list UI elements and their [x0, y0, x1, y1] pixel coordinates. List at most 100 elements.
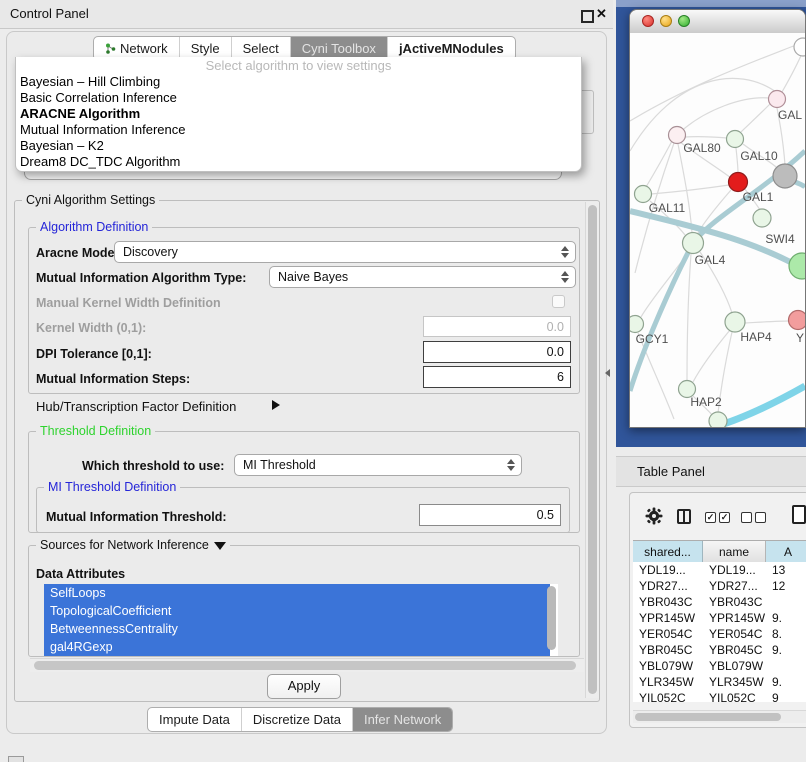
- node-swi4[interactable]: [789, 253, 805, 279]
- node-gray[interactable]: [773, 164, 797, 188]
- table-row[interactable]: YLR345W YLR345W 9.: [633, 674, 806, 690]
- settings-hscrollbar[interactable]: [30, 658, 584, 672]
- dropdown-item-selected[interactable]: ARACNE Algorithm: [16, 106, 581, 122]
- tab-infer-network[interactable]: Infer Network: [352, 708, 452, 731]
- tab-impute-data[interactable]: Impute Data: [148, 708, 241, 731]
- cell: YDL19...: [633, 562, 703, 578]
- node-gal1[interactable]: [729, 173, 748, 192]
- node-gcy1[interactable]: [630, 316, 644, 333]
- table-row[interactable]: YPR145W YPR145W 9.: [633, 610, 806, 626]
- splitter-handle[interactable]: [605, 369, 610, 377]
- dropdown-item[interactable]: Dream8 DC_TDC Algorithm: [16, 154, 581, 170]
- node-gal4[interactable]: [683, 233, 704, 254]
- manual-kernel-checkbox[interactable]: [552, 295, 565, 308]
- dropdown-placeholder: Select algorithm to view settings: [16, 58, 581, 74]
- network-graph: GAL GAL80 GAL10 GAL1 GAL11 SWI4 GAL4 GCY…: [630, 33, 805, 427]
- mi-threshold-field[interactable]: 0.5: [419, 504, 561, 526]
- cell: YBL079W: [703, 658, 766, 674]
- table-row[interactable]: YBR043C YBR043C: [633, 594, 806, 610]
- table-settings-gear-icon[interactable]: [645, 507, 663, 530]
- cell: YLR345W: [703, 674, 766, 690]
- node-gal11[interactable]: [635, 186, 652, 203]
- float-window-icon[interactable]: [581, 10, 594, 23]
- sources-title-text: Sources for Network Inference: [40, 538, 209, 552]
- collapsed-panel-button[interactable]: [8, 756, 24, 762]
- table-header: shared... name A: [633, 540, 806, 563]
- column-header-name[interactable]: name: [703, 541, 766, 563]
- node-gal10[interactable]: [727, 131, 744, 148]
- algorithm-definition-title: Algorithm Definition: [36, 220, 152, 234]
- minimize-traffic-light[interactable]: [660, 15, 672, 27]
- dropdown-item[interactable]: Bayesian – Hill Climbing: [16, 74, 581, 90]
- cell: 9.: [766, 610, 806, 626]
- table-row[interactable]: YBR045C YBR045C 9.: [633, 642, 806, 658]
- apply-button[interactable]: Apply: [267, 674, 341, 699]
- list-item[interactable]: SelfLoops: [44, 584, 550, 602]
- node-bottom[interactable]: [709, 412, 727, 427]
- which-threshold-select[interactable]: MI Threshold: [234, 454, 522, 476]
- cell: YBR045C: [633, 642, 703, 658]
- tab-discretize-data[interactable]: Discretize Data: [241, 708, 352, 731]
- dpi-tolerance-value: 0.0: [547, 345, 564, 359]
- node-gal[interactable]: [769, 91, 786, 108]
- table-row[interactable]: YDL19... YDL19... 13: [633, 562, 806, 578]
- settings-vscrollbar-thumb[interactable]: [588, 205, 597, 694]
- columns-icon[interactable]: [677, 509, 691, 524]
- mi-type-label: Mutual Information Algorithm Type:: [36, 271, 246, 285]
- close-traffic-light[interactable]: [642, 15, 654, 27]
- zoom-traffic-light[interactable]: [678, 15, 690, 27]
- which-threshold-label: Which threshold to use:: [82, 459, 224, 473]
- dropdown-item[interactable]: Bayesian – K2: [16, 138, 581, 154]
- document-icon[interactable]: [792, 505, 806, 524]
- settings-hscrollbar-thumb[interactable]: [34, 661, 576, 670]
- cell: YPR145W: [633, 610, 703, 626]
- network-canvas[interactable]: GAL GAL80 GAL10 GAL1 GAL11 SWI4 GAL4 GCY…: [630, 33, 805, 427]
- mi-steps-label: Mutual Information Steps:: [36, 372, 190, 386]
- list-vscrollbar-thumb[interactable]: [547, 586, 556, 650]
- cell: YBR043C: [703, 594, 766, 610]
- cell: 13: [766, 562, 806, 578]
- checked-checkbox-icon[interactable]: ✓: [705, 512, 716, 523]
- hub-definition-label[interactable]: Hub/Transcription Factor Definition: [36, 399, 236, 414]
- node-label-gal: GAL: [778, 108, 802, 122]
- close-icon[interactable]: ✕: [596, 6, 607, 22]
- aracne-mode-select[interactable]: Discovery: [114, 241, 576, 263]
- table-row[interactable]: YIL052C YIL052C 9: [633, 690, 806, 702]
- table-row[interactable]: YER054C YER054C 8.: [633, 626, 806, 642]
- network-window-titlebar[interactable]: [630, 10, 805, 34]
- cell: 9.: [766, 674, 806, 690]
- table-hscrollbar-thumb[interactable]: [635, 713, 781, 721]
- node-mid[interactable]: [753, 209, 771, 227]
- sources-title[interactable]: Sources for Network Inference: [36, 538, 230, 552]
- manual-kernel-label: Manual Kernel Width Definition: [36, 296, 221, 310]
- column-header-partial[interactable]: A: [766, 541, 806, 563]
- node-label-gcy1: GCY1: [636, 332, 669, 346]
- cell: YIL052C: [633, 690, 703, 702]
- table-hscrollbar[interactable]: [633, 710, 806, 723]
- unchecked-checkbox-icon[interactable]: [755, 512, 766, 523]
- list-item[interactable]: TopologicalCoefficient: [44, 602, 550, 620]
- threshold-title: Threshold Definition: [36, 424, 155, 438]
- checked-checkbox-icon[interactable]: ✓: [719, 512, 730, 523]
- dpi-tolerance-field[interactable]: 0.0: [423, 341, 571, 363]
- settings-vscrollbar[interactable]: [585, 202, 599, 698]
- mi-steps-field[interactable]: 6: [423, 366, 571, 388]
- column-header-shared[interactable]: shared...: [633, 541, 703, 563]
- node-hap4[interactable]: [725, 312, 745, 332]
- dropdown-item[interactable]: Basic Correlation Inference: [16, 90, 581, 106]
- table-row[interactable]: YBL079W YBL079W: [633, 658, 806, 674]
- node-unlabeled[interactable]: [794, 38, 805, 56]
- combo-arrows-icon: [561, 271, 569, 283]
- mi-type-select[interactable]: Naive Bayes: [269, 266, 576, 288]
- node-y[interactable]: [789, 311, 806, 330]
- control-panel-titlebar: Control Panel: [0, 0, 613, 29]
- list-item[interactable]: gal4RGexp: [44, 638, 550, 656]
- list-item[interactable]: BetweennessCentrality: [44, 620, 550, 638]
- expand-arrow-icon[interactable]: [272, 400, 280, 410]
- cell: 8.: [766, 626, 806, 642]
- table-row[interactable]: YDR27... YDR27... 12: [633, 578, 806, 594]
- unchecked-checkbox-icon[interactable]: [741, 512, 752, 523]
- network-view-window[interactable]: GAL GAL80 GAL10 GAL1 GAL11 SWI4 GAL4 GCY…: [629, 9, 806, 428]
- dropdown-item[interactable]: Mutual Information Inference: [16, 122, 581, 138]
- cell: YBR045C: [703, 642, 766, 658]
